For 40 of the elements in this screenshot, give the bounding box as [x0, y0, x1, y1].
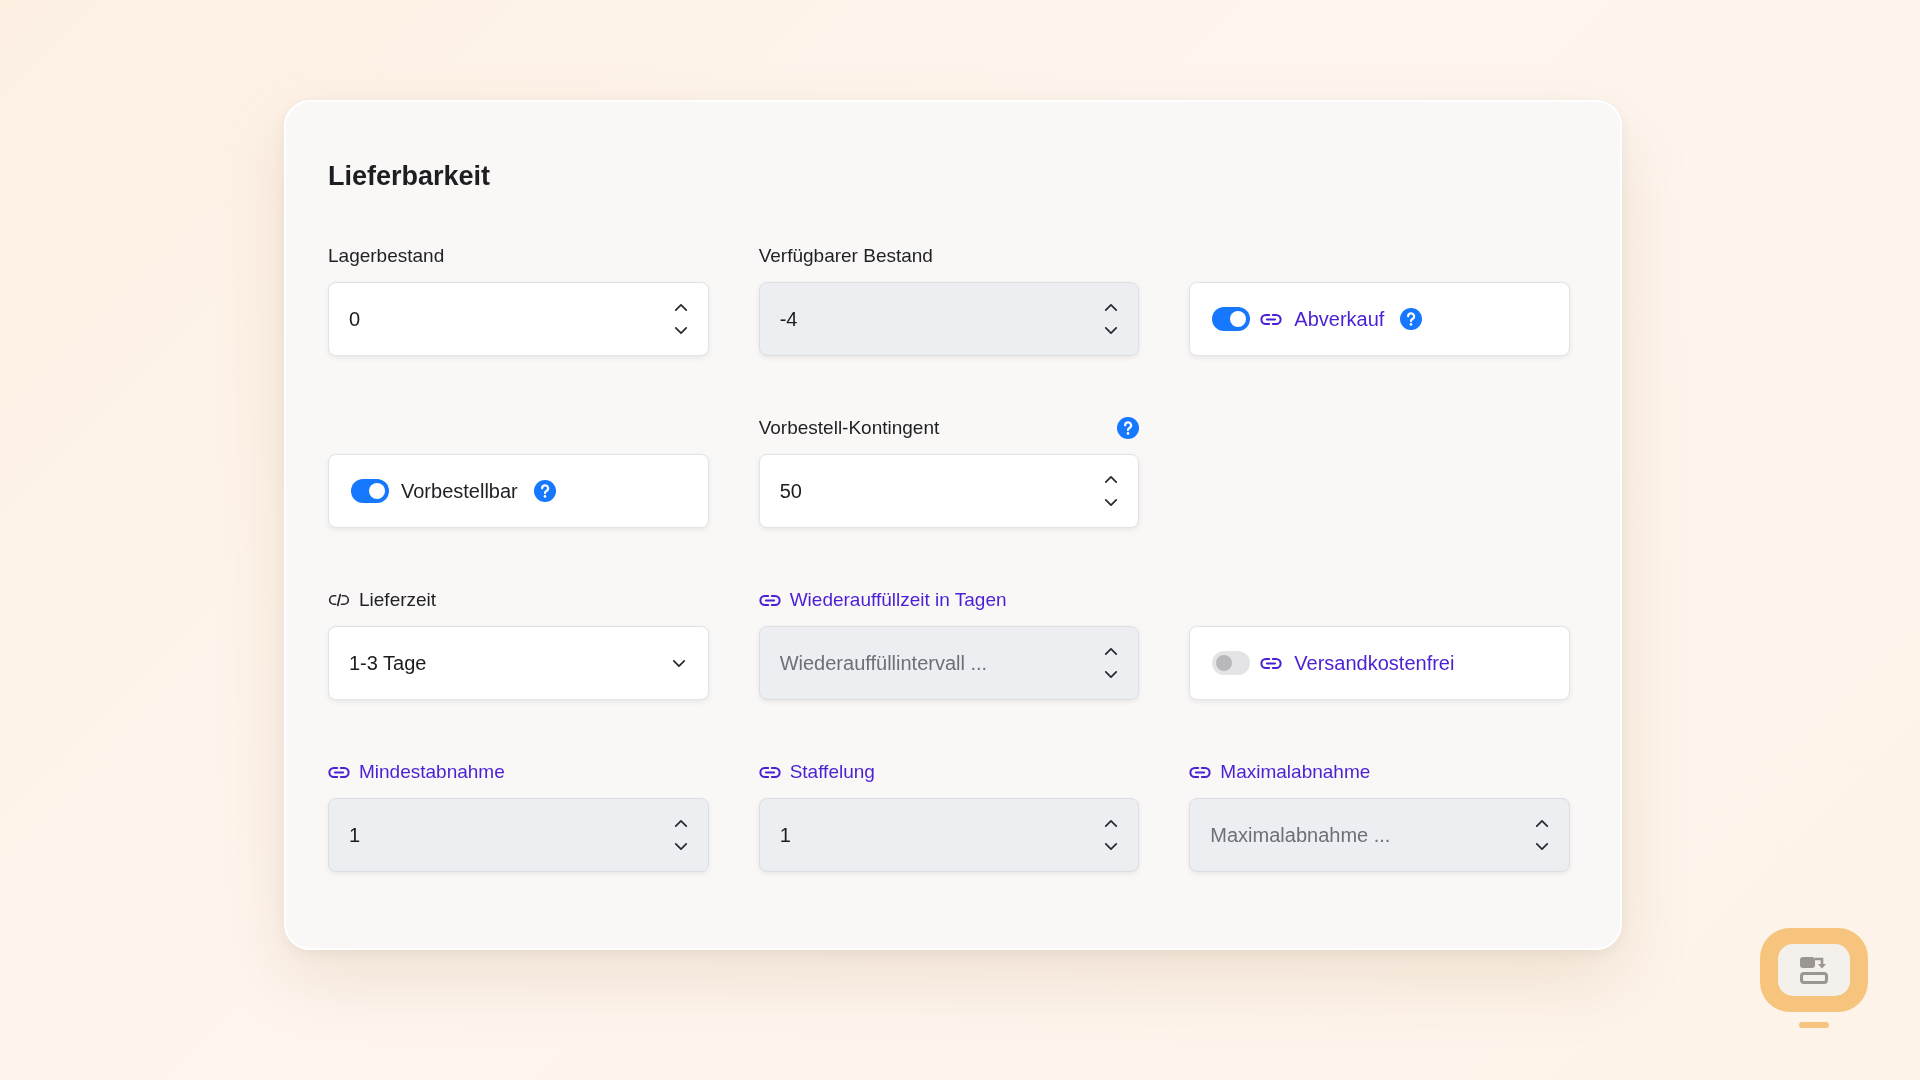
- field-label: Staffelung: [789, 761, 875, 783]
- toggle-switch[interactable]: [1212, 307, 1251, 331]
- help-icon[interactable]: [1117, 417, 1140, 439]
- chevron-down-icon[interactable]: [1104, 498, 1119, 507]
- help-icon[interactable]: [533, 480, 556, 502]
- chevron-up-icon[interactable]: [673, 303, 688, 312]
- chevron-down-icon[interactable]: [673, 842, 688, 851]
- toggle-switch[interactable]: [351, 479, 389, 503]
- dropdown[interactable]: 1-3 Tage: [328, 626, 709, 700]
- card-title: Lieferbarkeit: [328, 160, 491, 192]
- field-label: Maximalabnahme: [1220, 761, 1371, 783]
- chevron-up-icon[interactable]: [673, 819, 688, 828]
- toggle-label: Vorbestellbar: [401, 479, 518, 503]
- field-label: Lieferzeit: [359, 589, 437, 611]
- broken-link-icon[interactable]: [328, 593, 350, 607]
- chevron-down-icon[interactable]: [673, 326, 688, 335]
- field-label: Wiederauffüllzeit in Tagen: [789, 589, 1007, 611]
- field-label: Lagerbestand: [328, 245, 445, 267]
- chevron-down-icon[interactable]: [1535, 842, 1549, 851]
- chevron-up-icon[interactable]: [1104, 647, 1119, 656]
- link-icon[interactable]: [1260, 656, 1283, 670]
- number-field[interactable]: 50: [758, 454, 1140, 528]
- logo-icon: [1760, 928, 1868, 1028]
- chevron-up-icon[interactable]: [1104, 303, 1119, 312]
- chevron-down-icon[interactable]: [1104, 670, 1119, 679]
- chevron-down-icon[interactable]: [1104, 842, 1119, 851]
- chevron-down-icon[interactable]: [1104, 326, 1119, 335]
- number-field[interactable]: 0: [328, 282, 709, 356]
- toggle-label: Versandkostenfrei: [1294, 651, 1455, 675]
- chevron-up-icon[interactable]: [1104, 819, 1119, 828]
- chevron-up-icon[interactable]: [1104, 475, 1119, 484]
- toggle-label: Abverkauf: [1294, 307, 1385, 331]
- chevron-down-icon[interactable]: [671, 658, 686, 668]
- field-label: Mindestabnahme: [359, 761, 505, 783]
- field-label: Vorbestell-Kontingent: [758, 417, 940, 439]
- field-label: Verfügbarer Bestand: [758, 245, 933, 267]
- help-icon[interactable]: [1400, 308, 1423, 330]
- chevron-up-icon[interactable]: [1535, 819, 1549, 828]
- toggle-switch[interactable]: [1212, 651, 1251, 675]
- link-icon[interactable]: [1260, 312, 1283, 326]
